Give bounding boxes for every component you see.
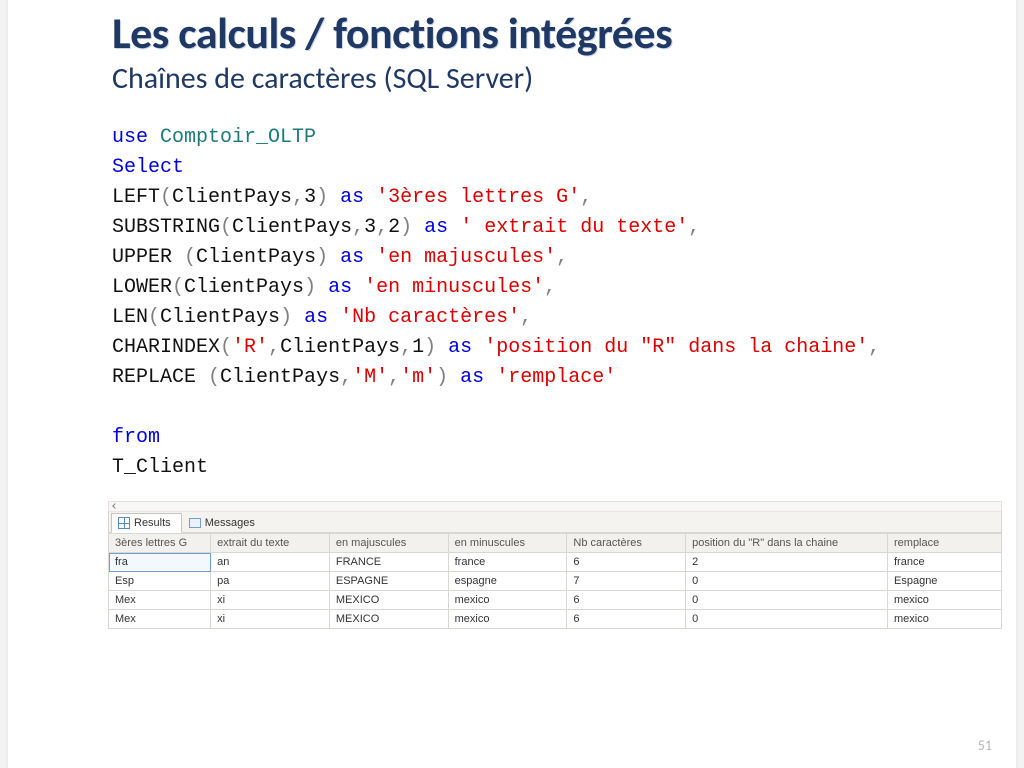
- grid-cell[interactable]: ESPAGNE: [329, 572, 448, 591]
- kw-use: use: [112, 126, 148, 149]
- grid-cell[interactable]: mexico: [448, 591, 567, 610]
- grid-cell[interactable]: 0: [686, 610, 888, 629]
- grid-cell[interactable]: fra: [109, 553, 211, 572]
- results-grid[interactable]: 3ères lettres G extrait du texte en maju…: [108, 533, 1002, 629]
- grid-cell[interactable]: Mex: [109, 610, 211, 629]
- grid-cell[interactable]: Mex: [109, 591, 211, 610]
- col-header[interactable]: extrait du texte: [211, 534, 330, 553]
- grid-cell[interactable]: pa: [211, 572, 330, 591]
- col-header[interactable]: Nb caractères: [567, 534, 686, 553]
- grid-cell[interactable]: MEXICO: [329, 610, 448, 629]
- results-panel: Results Messages 3ères lettres G extrait…: [108, 501, 1002, 629]
- col-header[interactable]: en minuscules: [448, 534, 567, 553]
- results-tabs: Results Messages: [108, 511, 1002, 533]
- grid-cell[interactable]: 0: [686, 591, 888, 610]
- fn-upper: UPPER: [112, 246, 172, 269]
- grid-cell[interactable]: FRANCE: [329, 553, 448, 572]
- grid-cell[interactable]: 6: [567, 591, 686, 610]
- slide-title: Les calculs / fonctions intégrées: [8, 0, 1016, 60]
- table-name: T_Client: [112, 456, 208, 479]
- chevron-left-icon: [112, 503, 118, 509]
- grid-cell[interactable]: mexico: [888, 610, 1002, 629]
- tab-results[interactable]: Results: [111, 513, 182, 533]
- grid-cell[interactable]: 6: [567, 610, 686, 629]
- grid-cell[interactable]: Esp: [109, 572, 211, 591]
- grid-cell[interactable]: 7: [567, 572, 686, 591]
- table-row[interactable]: Esp pa ESPAGNE espagne 7 0 Espagne: [109, 572, 1002, 591]
- grid-cell[interactable]: Espagne: [888, 572, 1002, 591]
- fn-replace: REPLACE: [112, 366, 196, 389]
- splitter-bar[interactable]: [108, 501, 1002, 511]
- col-header[interactable]: position du "R" dans la chaine: [686, 534, 888, 553]
- col-header[interactable]: en majuscules: [329, 534, 448, 553]
- col-header[interactable]: remplace: [888, 534, 1002, 553]
- grid-cell[interactable]: 2: [686, 553, 888, 572]
- col-header[interactable]: 3ères lettres G: [109, 534, 211, 553]
- grid-cell[interactable]: france: [448, 553, 567, 572]
- fn-len: LEN: [112, 306, 148, 329]
- sql-code-block: use Comptoir_OLTP Select LEFT(ClientPays…: [8, 107, 1016, 483]
- tab-messages[interactable]: Messages: [182, 513, 266, 533]
- grid-cell[interactable]: mexico: [448, 610, 567, 629]
- grid-cell[interactable]: mexico: [888, 591, 1002, 610]
- db-name: Comptoir_OLTP: [160, 126, 316, 149]
- fn-charindex: CHARINDEX: [112, 336, 220, 359]
- page-number: 51: [978, 737, 992, 754]
- grid-cell[interactable]: 6: [567, 553, 686, 572]
- grid-cell[interactable]: france: [888, 553, 1002, 572]
- grid-cell[interactable]: 0: [686, 572, 888, 591]
- kw-from: from: [112, 426, 160, 449]
- message-icon: [189, 518, 201, 528]
- grid-cell[interactable]: espagne: [448, 572, 567, 591]
- grid-cell[interactable]: an: [211, 553, 330, 572]
- slide: Les calculs / fonctions intégrées Chaîne…: [8, 0, 1016, 768]
- grid-icon: [118, 517, 130, 529]
- table-row[interactable]: Mex xi MEXICO mexico 6 0 mexico: [109, 591, 1002, 610]
- kw-select: Select: [112, 156, 184, 179]
- grid-header-row: 3ères lettres G extrait du texte en maju…: [109, 534, 1002, 553]
- fn-lower: LOWER: [112, 276, 172, 299]
- slide-subtitle: Chaînes de caractères (SQL Server): [8, 60, 1016, 107]
- grid-cell[interactable]: MEXICO: [329, 591, 448, 610]
- tab-results-label: Results: [134, 517, 171, 529]
- grid-cell[interactable]: xi: [211, 591, 330, 610]
- tab-messages-label: Messages: [205, 517, 255, 529]
- fn-left: LEFT: [112, 186, 160, 209]
- table-row[interactable]: Mex xi MEXICO mexico 6 0 mexico: [109, 610, 1002, 629]
- fn-substring: SUBSTRING: [112, 216, 220, 239]
- table-row[interactable]: fra an FRANCE france 6 2 france: [109, 553, 1002, 572]
- grid-cell[interactable]: xi: [211, 610, 330, 629]
